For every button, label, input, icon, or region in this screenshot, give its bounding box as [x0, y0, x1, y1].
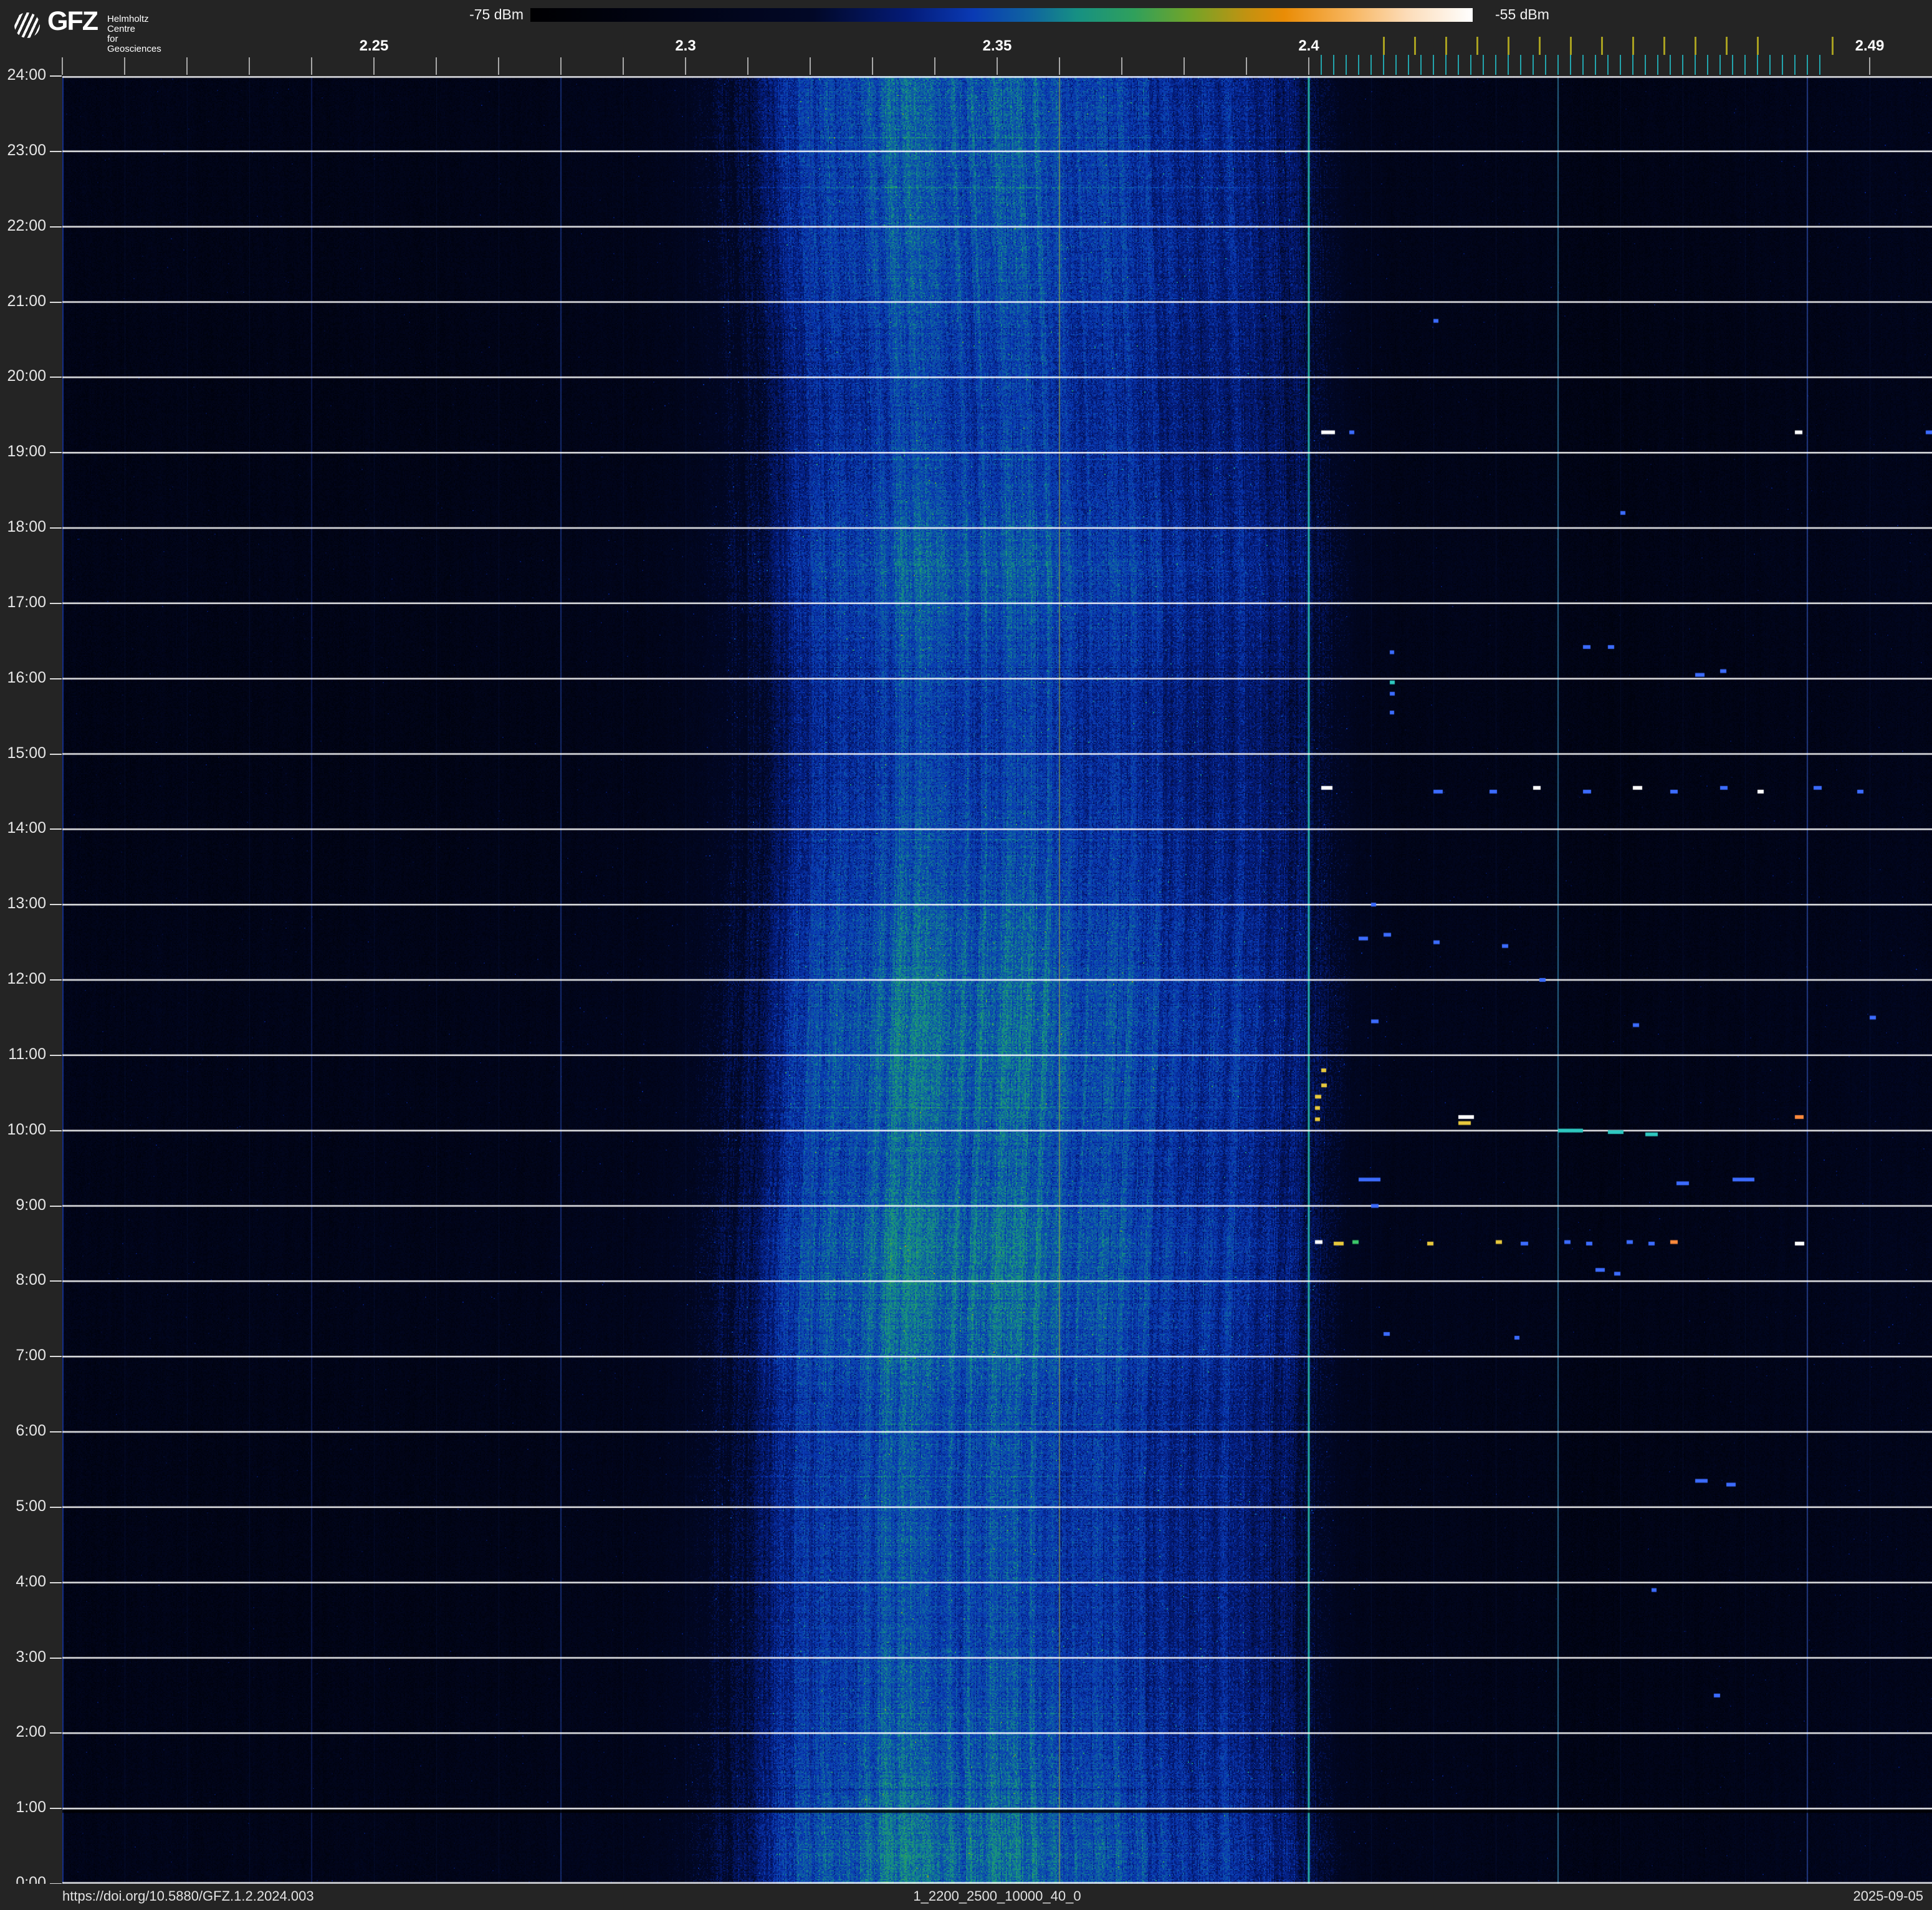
time-tick	[50, 1205, 62, 1207]
time-tick	[50, 150, 62, 152]
time-tick	[50, 377, 62, 378]
time-label: 22:00	[7, 216, 46, 234]
time-label: 18:00	[7, 518, 46, 535]
time-tick	[50, 1054, 62, 1056]
time-label: 20:00	[7, 367, 46, 385]
time-tick	[50, 602, 62, 604]
time-tick	[50, 1431, 62, 1432]
time-tick	[50, 753, 62, 755]
time-label: 15:00	[7, 744, 46, 762]
gfz-logo-acronym: GFZ	[47, 6, 98, 36]
time-tick	[50, 1280, 62, 1282]
time-tick	[50, 1506, 62, 1508]
time-label: 21:00	[7, 292, 46, 310]
header: GFZ Helmholtz Centre for Geosciences -75…	[0, 0, 1932, 76]
time-tick	[50, 1581, 62, 1583]
time-label: 4:00	[16, 1572, 46, 1590]
time-tick	[50, 527, 62, 529]
time-label: 7:00	[16, 1346, 46, 1365]
gfz-logo-icon	[14, 12, 40, 38]
time-label: 5:00	[16, 1497, 46, 1515]
time-tick	[50, 904, 62, 906]
time-label: 12:00	[7, 970, 46, 987]
time-label: 13:00	[7, 895, 46, 913]
time-label: 23:00	[7, 141, 46, 159]
footer: https://doi.org/10.5880/GFZ.1.2.2024.003…	[0, 1884, 1932, 1910]
colorbar-gradient	[530, 8, 1473, 22]
time-tick	[50, 678, 62, 679]
time-tick	[50, 979, 62, 981]
spectrogram-plot	[62, 76, 1932, 1884]
date-label: 2025-09-05	[1853, 1888, 1923, 1904]
time-label: 9:00	[16, 1196, 46, 1214]
time-label: 16:00	[7, 668, 46, 686]
colorbar-max-label: -55 dBm	[1495, 6, 1549, 22]
time-label: 17:00	[7, 593, 46, 611]
colorbar-min-label: -75 dBm	[469, 6, 524, 22]
time-label: 11:00	[8, 1045, 46, 1063]
time-label: 2:00	[16, 1723, 46, 1741]
time-tick	[50, 226, 62, 228]
dataset-name: 1_2200_2500_10000_40_0	[913, 1888, 1081, 1904]
time-tick	[50, 1130, 62, 1131]
time-tick	[50, 1356, 62, 1358]
time-tick	[50, 452, 62, 454]
spectrogram-overlay-canvas	[62, 76, 1932, 1884]
time-tick	[50, 301, 62, 303]
time-label: 1:00	[16, 1798, 46, 1816]
time-label: 14:00	[7, 819, 46, 837]
spectrogram-page: { "header": { "logo": { "acronym": "GFZ"…	[0, 0, 1932, 1910]
time-tick	[50, 828, 62, 830]
gfz-logo-subtitle: Helmholtz Centre for Geosciences	[107, 14, 161, 54]
gfz-logo-subtitle-line2: for Geosciences	[107, 34, 161, 54]
time-label: 10:00	[7, 1120, 46, 1138]
time-label: 3:00	[16, 1648, 46, 1666]
time-tick	[50, 1657, 62, 1659]
time-tick	[50, 1732, 62, 1734]
time-label: 8:00	[16, 1271, 46, 1289]
time-label: 6:00	[16, 1422, 46, 1439]
gfz-logo-subtitle-line1: Helmholtz Centre	[107, 14, 149, 34]
time-tick	[50, 1808, 62, 1810]
time-label: 19:00	[7, 443, 46, 461]
